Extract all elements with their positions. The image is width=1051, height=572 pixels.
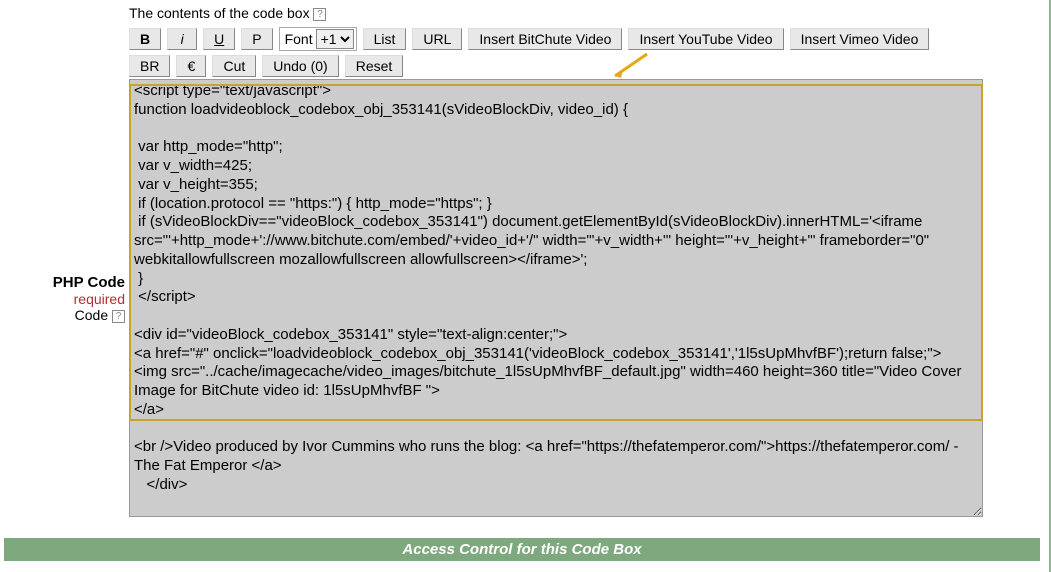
help-icon[interactable]: ?	[313, 8, 326, 21]
insert-bitchute-button[interactable]: Insert BitChute Video	[468, 28, 622, 50]
editor-toolbar-row2: BR € Cut Undo (0) Reset	[129, 55, 1047, 77]
italic-button[interactable]: i	[167, 28, 197, 50]
bold-button[interactable]: B	[129, 28, 161, 50]
font-label: Font	[282, 31, 316, 47]
undo-button[interactable]: Undo (0)	[262, 55, 338, 77]
insert-youtube-button[interactable]: Insert YouTube Video	[628, 28, 783, 50]
section-footer-bar: Access Control for this Code Box	[4, 538, 1040, 561]
field-label-required: required	[0, 291, 125, 307]
url-button[interactable]: URL	[412, 28, 462, 50]
br-button[interactable]: BR	[129, 55, 170, 77]
field-label-main: PHP Code	[0, 274, 125, 291]
editor-toolbar: B i U P Font +1 List URL Insert BitChute…	[129, 27, 1047, 51]
field-label-code: Code	[75, 307, 108, 323]
help-icon[interactable]: ?	[112, 310, 125, 323]
euro-button[interactable]: €	[176, 55, 206, 77]
paragraph-button[interactable]: P	[241, 28, 272, 50]
reset-button[interactable]: Reset	[345, 55, 404, 77]
code-textarea[interactable]	[129, 79, 983, 517]
insert-vimeo-button[interactable]: Insert Vimeo Video	[790, 28, 930, 50]
cut-button[interactable]: Cut	[212, 55, 256, 77]
font-size-group: Font +1	[279, 27, 357, 51]
list-button[interactable]: List	[363, 28, 407, 50]
underline-button[interactable]: U	[203, 28, 235, 50]
font-size-select[interactable]: +1	[316, 29, 354, 49]
section-heading: The contents of the code box	[129, 5, 310, 21]
